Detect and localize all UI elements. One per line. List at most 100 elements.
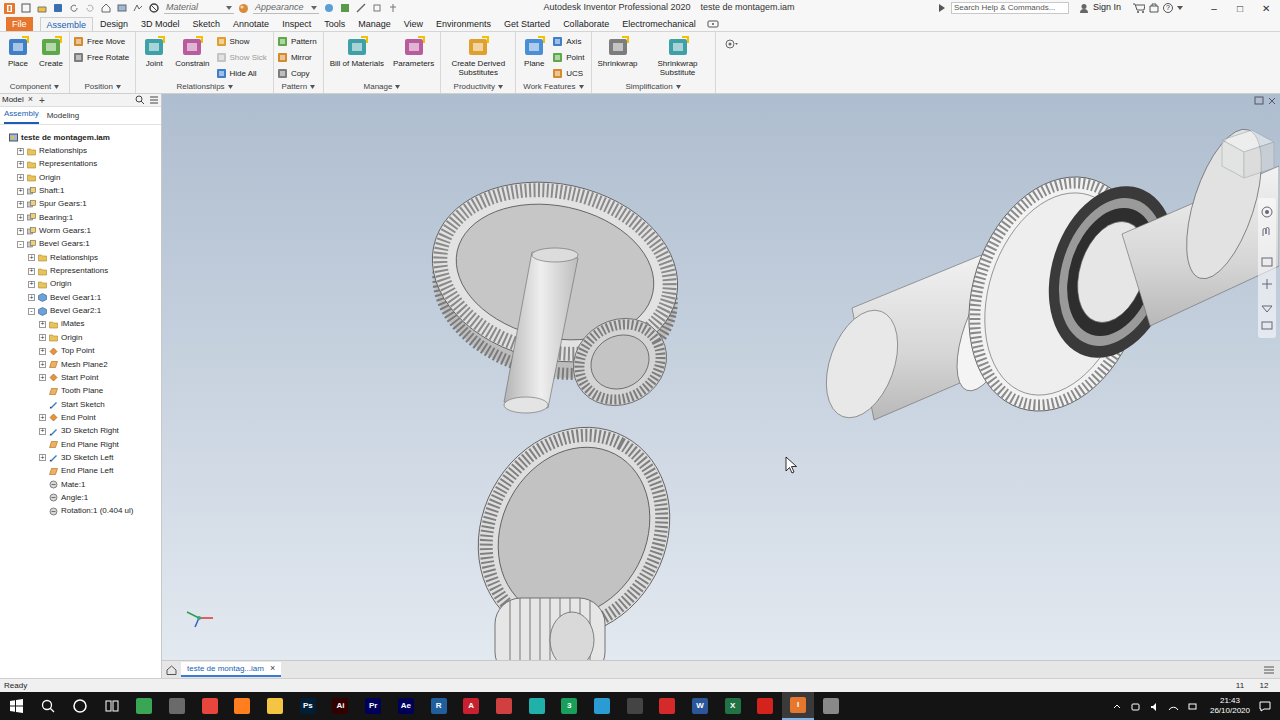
ribbon-tab[interactable]: Design [94,17,134,31]
tree-item[interactable]: Start Sketch [0,398,161,411]
taskbar-app[interactable]: Ai [324,692,357,720]
ribbon-tab[interactable]: Get Started [498,17,556,31]
tree-toggle[interactable]: + [17,228,24,235]
ribbon-small-button[interactable]: UCS [552,67,584,80]
taskbar-app[interactable] [651,692,684,720]
home-icon[interactable] [166,665,177,675]
taskbar-app[interactable]: Ae [390,692,423,720]
tree-toggle[interactable]: + [17,174,24,181]
tree-item[interactable]: +Worm Gears:1 [0,224,161,237]
caret-icon[interactable] [1177,6,1183,10]
ribbon-tab[interactable]: File [6,17,33,31]
tree-toggle[interactable]: + [39,334,46,341]
tree-item[interactable]: +Origin [0,171,161,184]
taskbar-app[interactable]: A [455,692,488,720]
ribbon-tab[interactable]: Electromechanical [616,17,702,31]
tree-toggle[interactable]: + [17,214,24,221]
tree-item[interactable]: +Relationships [0,251,161,264]
taskbar-app[interactable]: W [684,692,717,720]
learn-icon[interactable] [1149,3,1159,13]
tree-item[interactable]: +iMates [0,318,161,331]
material-icon[interactable] [339,2,351,14]
cortana-icon[interactable] [64,692,96,720]
taskbar-app[interactable] [193,692,226,720]
tree-item[interactable]: Mate:1 [0,478,161,491]
tree-item[interactable]: +Shaft:1 [0,184,161,197]
ribbon-small-button[interactable]: Point [552,51,584,64]
new-icon[interactable] [20,2,32,14]
ribbon-button[interactable]: Shrinkwrap [595,35,641,68]
tree-toggle[interactable]: + [28,254,35,261]
taskbar-app[interactable] [520,692,553,720]
tree-toggle[interactable]: - [17,241,24,248]
menu-icon[interactable] [149,95,159,105]
tray-app-icon[interactable] [1130,701,1141,712]
update-icon[interactable] [116,2,128,14]
tree-item[interactable]: Tooth Plane [0,385,161,398]
ribbon-tab[interactable]: Inspect [276,17,317,31]
ribbon-group-label[interactable]: Pattern [277,80,320,93]
redo-icon[interactable] [84,2,96,14]
taskbar-app[interactable] [226,692,259,720]
graphics-viewport[interactable] [162,94,1280,660]
user-icon[interactable] [1079,3,1089,13]
ribbon-button[interactable]: Create Derived Substitutes [444,35,512,77]
tab-list-icon[interactable] [1264,666,1274,674]
tree-toggle[interactable]: + [17,161,24,168]
ribbon-group-label[interactable]: Manage [327,80,438,93]
ribbon-button[interactable]: Joint [139,35,169,68]
ribbon-button[interactable]: Plane [519,35,549,68]
browser-add-button[interactable]: + [39,93,45,108]
tree-toggle[interactable]: + [39,361,46,368]
tree-toggle[interactable]: + [39,348,46,355]
tree-toggle[interactable]: + [28,281,35,288]
taskbar-app[interactable]: R [422,692,455,720]
tree-toggle[interactable]: + [39,414,46,421]
close-button[interactable]: ✕ [1255,1,1277,16]
volume-icon[interactable] [1149,701,1160,712]
clear-icon[interactable] [371,2,383,14]
ribbon-group-label[interactable]: Position [73,80,132,93]
tree-item[interactable]: +Bearing:1 [0,211,161,224]
ribbon-tab[interactable]: View [398,17,429,31]
ribbon-button[interactable]: Bill of Materials [327,35,387,68]
tray-expand-icon[interactable] [1111,701,1122,712]
tree-item[interactable]: +End Point [0,411,161,424]
ribbon-small-button[interactable]: Free Rotate [73,51,129,64]
ribbon-group-label[interactable]: Simplification [595,80,712,93]
minimize-button[interactable]: – [1203,1,1225,16]
tree-item[interactable]: Angle:1 [0,491,161,504]
ribbon-group-label[interactable]: Relationships [139,80,270,93]
tree-item[interactable]: +Origin [0,331,161,344]
tree-toggle[interactable]: + [28,268,35,275]
browser-tab[interactable]: Assembly [4,108,39,124]
taskbar-app[interactable]: 3 [553,692,586,720]
ribbon-button[interactable]: Parameters [390,35,437,68]
ribbon-tab[interactable]: Sketch [187,17,227,31]
start-icon[interactable] [0,692,32,720]
taskbar-app[interactable] [749,692,782,720]
document-tab[interactable]: teste de montag...iam× [181,662,281,677]
tree-item[interactable]: teste de montagem.iam [0,131,161,144]
taskbar-app[interactable]: Ps [291,692,324,720]
tree-toggle[interactable]: - [28,308,35,315]
home-icon[interactable] [100,2,112,14]
ribbon-tab[interactable]: Tools [318,17,351,31]
tree-item[interactable]: -Bevel Gears:1 [0,238,161,251]
taskbar-app[interactable] [488,692,521,720]
tree-item[interactable]: +3D Sketch Left [0,451,161,464]
tree-item[interactable]: +Origin [0,278,161,291]
ribbon-small-button[interactable]: Mirror [277,51,317,64]
clock[interactable]: 21:4326/10/2020 [1202,696,1258,716]
ribbon-small-button[interactable]: Copy [277,67,317,80]
tree-toggle[interactable]: + [39,321,46,328]
tree-item[interactable]: +Mesh Plane2 [0,358,161,371]
ribbon-small-button[interactable]: Hide All [216,67,267,80]
tree-toggle[interactable]: + [17,148,24,155]
tree-item[interactable]: End Plane Right [0,438,161,451]
ribbon-button[interactable]: Shrinkwrap Substitute [644,35,712,77]
tree-toggle[interactable]: + [39,428,46,435]
taskbar-app[interactable] [128,692,161,720]
tree-item[interactable]: +Spur Gears:1 [0,198,161,211]
ribbon-group-label[interactable]: Component [3,80,66,93]
